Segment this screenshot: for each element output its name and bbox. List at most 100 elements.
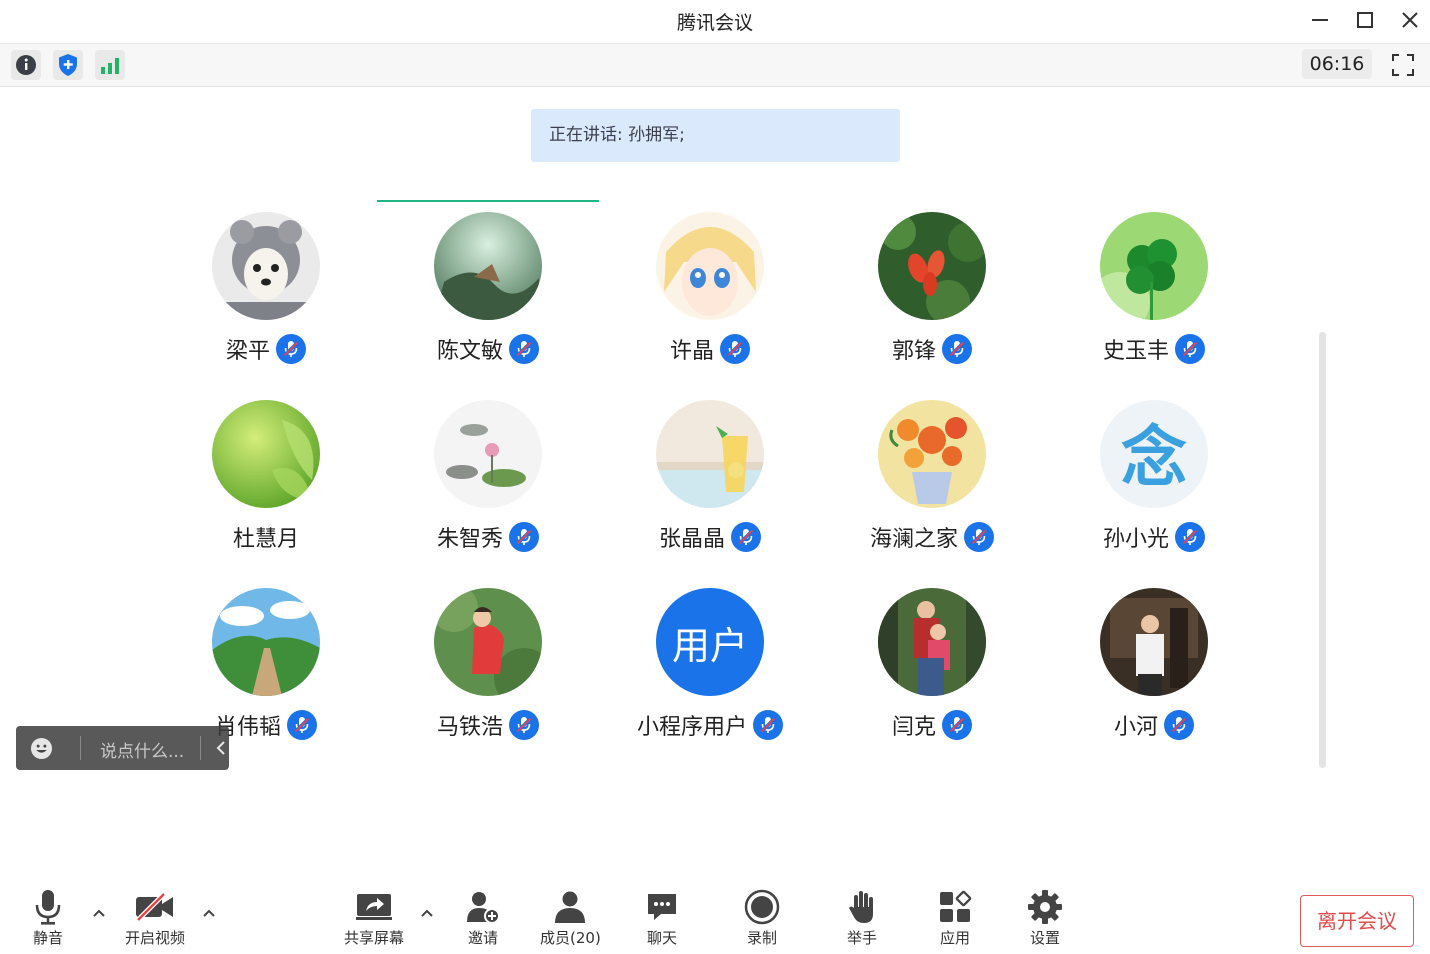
share-screen-button[interactable]: 共享屏幕 — [344, 888, 404, 948]
info-button[interactable] — [11, 50, 41, 80]
mic-muted-icon — [1175, 522, 1205, 552]
chevron-up-icon — [203, 909, 215, 917]
settings-button[interactable]: 设置 — [1023, 888, 1067, 948]
security-button[interactable] — [53, 50, 83, 80]
invite-button[interactable]: 邀请 — [461, 888, 505, 948]
participant-tile[interactable]: 郭锋 — [822, 212, 1042, 392]
participant-name: 郭锋 — [891, 339, 936, 364]
participant-avatar — [656, 400, 764, 508]
participant-name-row: 闫克 — [822, 708, 1042, 742]
fullscreen-button[interactable] — [1388, 50, 1418, 80]
video-label: 开启视频 — [125, 929, 186, 947]
chat-placeholder: 说点什么... — [100, 742, 185, 762]
participant-avatar — [212, 588, 320, 696]
participant-name: 梁平 — [225, 339, 270, 364]
signal-button[interactable] — [95, 50, 125, 80]
video-options-caret[interactable] — [201, 906, 217, 920]
participant-name: 许晶 — [669, 339, 714, 364]
meeting-timer: 06:16 — [1302, 49, 1372, 79]
participant-name: 杜慧月 — [232, 527, 299, 552]
record-button[interactable]: 录制 — [740, 888, 784, 948]
record-icon — [744, 889, 780, 924]
svg-text:念: 念 — [1121, 419, 1187, 496]
participant-name: 小河 — [1113, 715, 1158, 740]
chat-button[interactable]: 聊天 — [640, 888, 684, 948]
chevron-up-icon — [421, 909, 433, 917]
participant-tile[interactable]: 许晶 — [600, 212, 820, 392]
mic-muted-icon — [720, 334, 750, 364]
invite-user-icon — [467, 891, 500, 924]
window-title: 腾讯会议 — [676, 12, 753, 34]
close-button[interactable] — [1395, 6, 1425, 34]
mic-muted-icon — [753, 710, 783, 740]
collapse-chat-button[interactable] — [210, 737, 232, 759]
start-video-button[interactable]: 开启视频 — [125, 888, 185, 948]
share-screen-icon — [356, 893, 392, 920]
participant-avatar — [434, 212, 542, 320]
participant-name-row: 孙小光 — [1044, 520, 1264, 554]
audio-options-caret[interactable] — [91, 906, 107, 920]
mic-muted-icon — [731, 522, 761, 552]
mute-button[interactable]: 静音 — [26, 888, 70, 948]
participant-avatar — [212, 400, 320, 508]
participant-tile[interactable]: 梁平 — [156, 212, 376, 392]
raise-hand-icon — [849, 890, 873, 923]
leave-meeting-button[interactable]: 离开会议 — [1300, 895, 1414, 947]
participant-name: 朱智秀 — [436, 527, 503, 552]
participant-tile[interactable]: 用户 小程序用户 — [600, 588, 820, 768]
participant-tile[interactable]: 杜慧月 — [156, 400, 376, 580]
raise-hand-button[interactable]: 举手 — [840, 888, 884, 948]
participant-name-row: 小河 — [1044, 708, 1264, 742]
participant-name: 张晶晶 — [658, 527, 725, 552]
participant-avatar — [1100, 212, 1208, 320]
participant-avatar: 念 — [1100, 400, 1208, 508]
participant-tile[interactable]: 念孙小光 — [1044, 400, 1264, 580]
participant-tile[interactable]: 朱智秀 — [378, 400, 598, 580]
participant-avatar — [878, 588, 986, 696]
participant-name: 海澜之家 — [869, 527, 958, 552]
chat-quick-input[interactable]: 说点什么... — [16, 726, 229, 770]
participant-tile[interactable]: 小河 — [1044, 588, 1264, 768]
participant-tile[interactable]: 陈文敏 — [378, 212, 598, 392]
divider — [200, 736, 201, 760]
maximize-button[interactable] — [1350, 6, 1380, 34]
active-speaker-indicator — [377, 200, 599, 202]
participant-name: 马铁浩 — [436, 715, 503, 740]
chat-label: 聊天 — [646, 929, 677, 947]
participant-tile[interactable]: 马铁浩 — [378, 588, 598, 768]
top-toolbar: 06:16 — [0, 43, 1430, 87]
participant-name-row: 马铁浩 — [378, 708, 598, 742]
share-options-caret[interactable] — [419, 906, 435, 920]
participant-avatar: 用户 — [656, 588, 764, 696]
mic-muted-icon — [276, 334, 306, 364]
members-label: 成员(20) — [540, 929, 601, 947]
participant-tile[interactable]: 张晶晶 — [600, 400, 820, 580]
fullscreen-icon — [1392, 54, 1414, 76]
participant-name-row: 史玉丰 — [1044, 332, 1264, 366]
signal-icon — [101, 58, 119, 74]
raise-hand-label: 举手 — [846, 929, 877, 947]
participant-avatar — [878, 400, 986, 508]
participant-name-row: 朱智秀 — [378, 520, 598, 554]
invite-label: 邀请 — [467, 929, 498, 947]
participant-name: 闫克 — [891, 715, 936, 740]
participant-name: 陈文敏 — [436, 339, 503, 364]
participant-tile[interactable]: 闫克 — [822, 588, 1042, 768]
divider — [80, 736, 81, 760]
members-button[interactable]: 成员(20) — [540, 888, 601, 948]
apps-button[interactable]: 应用 — [933, 888, 977, 948]
minimize-icon — [1312, 19, 1328, 21]
shield-icon — [59, 54, 77, 76]
scrollbar[interactable] — [1319, 332, 1326, 768]
avatar-initials: 用户 — [671, 623, 748, 668]
participant-tile[interactable]: 海澜之家 — [822, 400, 1042, 580]
chevron-up-icon — [93, 909, 105, 917]
mic-muted-icon — [942, 334, 972, 364]
participant-avatar — [212, 212, 320, 320]
close-icon — [1402, 12, 1418, 28]
participant-name-row: 许晶 — [600, 332, 820, 366]
participant-name-row: 小程序用户 — [600, 708, 820, 742]
participant-avatar — [434, 400, 542, 508]
participant-tile[interactable]: 史玉丰 — [1044, 212, 1264, 392]
minimize-button[interactable] — [1305, 6, 1335, 34]
